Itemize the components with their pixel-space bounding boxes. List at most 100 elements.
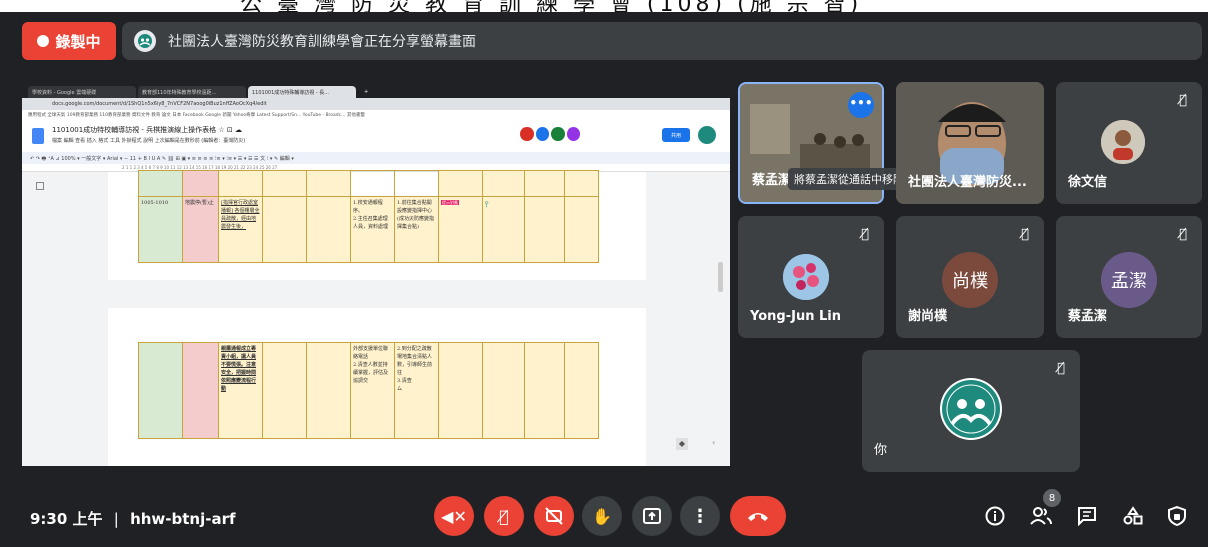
participant-name: Yong-Jun Lin xyxy=(750,309,841,324)
info-icon xyxy=(985,506,1005,526)
host-controls-button[interactable] xyxy=(1164,503,1190,529)
meeting-code: hhw-btnj-arf xyxy=(130,510,236,528)
collaborator-avatar[interactable] xyxy=(520,127,534,141)
collaborator-avatar[interactable] xyxy=(551,127,565,141)
table-cell[interactable]: 外部支援單位聯絡電話 2.清查人數並持續掌握，評估及協調交 xyxy=(350,342,395,439)
collaborator-avatar[interactable] xyxy=(535,127,549,141)
doc-menu[interactable]: 檔案 編輯 查看 插入 格式 工具 外掛程式 說明 上次編輯是在數秒前 (編輯者… xyxy=(52,137,245,144)
scrollbar[interactable] xyxy=(718,262,723,292)
table-cell[interactable]: 2.到分配之疏散場地集合清點人數，引導師生前往 3.清查ム xyxy=(394,342,439,439)
address-bar[interactable]: docs.google.com/document/d/1ShQ1n5x6iy8_… xyxy=(22,98,730,110)
recording-indicator[interactable]: 錄製中 xyxy=(22,22,116,60)
cursor-marker: ⫯ xyxy=(485,200,489,209)
recording-label: 錄製中 xyxy=(55,32,101,51)
avatar: 孟潔 xyxy=(1101,252,1157,308)
clock-time: 9:30 上午 xyxy=(30,510,103,528)
participant-tile[interactable]: 🎙̸ 尚樸 謝尚樸 xyxy=(896,216,1044,338)
table-cell[interactable]: [指揮官行政處室播報] 各個樓層全員疏散，經由地震發生後， xyxy=(218,196,263,263)
participant-name: 蔡孟潔 xyxy=(1068,309,1108,324)
raise-hand-button[interactable]: ✋ xyxy=(582,496,622,536)
mic-off-icon: 🎙̸ xyxy=(1057,361,1065,376)
table-cell[interactable]: ⫯ xyxy=(482,196,525,263)
record-dot-icon xyxy=(37,35,50,47)
participant-tile[interactable]: 🎙̸ Yong-Jun Lin xyxy=(738,216,884,338)
docs-icon[interactable] xyxy=(32,128,44,144)
caption-strip: 公 臺 灣 防 災 教 育 訓 練 學 會 (108) (施 宗 智) xyxy=(0,0,1208,12)
table-cell[interactable] xyxy=(306,196,351,263)
camera-toggle-button[interactable] xyxy=(534,496,574,536)
table-cell[interactable]: 提示對應 xyxy=(438,196,483,263)
table-cell[interactable] xyxy=(262,342,307,439)
more-options-button[interactable]: ⋮ xyxy=(680,496,720,536)
mute-all-button[interactable]: ◀✕ xyxy=(434,496,474,536)
explore-icon[interactable]: ◆ xyxy=(676,438,688,450)
table-cell[interactable] xyxy=(524,342,565,439)
share-banner-text: 社團法人臺灣防災教育訓練學會正在分享螢幕畫面 xyxy=(168,34,476,50)
chat-button[interactable] xyxy=(1074,503,1100,529)
hangup-icon xyxy=(748,513,768,521)
document-canvas[interactable]: 1005-1010 地震停(暫)止 [指揮官行政處室播報] 各個樓層全員疏散，經… xyxy=(22,170,730,466)
present-icon xyxy=(643,508,661,524)
mic-off-icon: 🎙̸ xyxy=(1179,93,1187,108)
cell-text: 2.到分配之疏散場地集合清點人數，引導師生前往 3.清查 xyxy=(397,346,433,384)
caption-text: 公 臺 灣 防 災 教 育 訓 練 學 會 (108) (施 宗 智) xyxy=(240,0,862,12)
participant-tile-self[interactable]: 🎙̸ 你 xyxy=(862,350,1080,472)
docs-share-button[interactable]: 共用 xyxy=(662,128,690,142)
table-cell[interactable]: 地震停(暫)止 xyxy=(182,196,219,263)
comment-label[interactable]: 提示對應 xyxy=(441,200,459,205)
side-panel-toggle-icon[interactable]: ‹ xyxy=(712,438,722,450)
collaborator-avatar[interactable] xyxy=(566,127,580,141)
collaborator-avatars[interactable] xyxy=(520,127,580,143)
avatar xyxy=(783,254,829,300)
activities-button[interactable] xyxy=(1120,503,1146,529)
participant-name: 徐文信 xyxy=(1068,175,1108,190)
mic-off-icon: 🎙̸ xyxy=(861,227,869,242)
presenter-logo-icon xyxy=(134,30,156,52)
participant-count-badge: 8 xyxy=(1043,489,1061,507)
new-tab-icon[interactable]: + xyxy=(360,86,370,98)
table-cell[interactable] xyxy=(564,196,599,263)
table-cell[interactable] xyxy=(182,342,219,439)
meeting-details-button[interactable] xyxy=(982,503,1008,529)
participant-tile[interactable]: 社團法人臺灣防災... xyxy=(896,82,1044,204)
camera-off-icon xyxy=(545,507,563,525)
browser-tab[interactable]: 學校資料 - Google 雲端硬碟 xyxy=(28,86,136,98)
browser-tab-active[interactable]: 1101001成功特殊輔導訪視 - 長... xyxy=(248,86,356,98)
drill-table: 親屬通報成立專責小組，讓人員不要慌張。注意安全，把握時間依照應變流程行動 外部支… xyxy=(138,342,599,439)
table-cell[interactable] xyxy=(564,342,599,439)
doc-title[interactable]: 1101001成功特校輔導訪視 - 兵棋推演線上操作表格 ☆ ⊡ ☁ xyxy=(52,125,242,135)
table-cell[interactable] xyxy=(438,342,483,439)
doc-header: 1101001成功特校輔導訪視 - 兵棋推演線上操作表格 ☆ ⊡ ☁ 檔案 編輯… xyxy=(22,120,730,152)
avatar-initials: 尚樸 xyxy=(952,271,988,292)
table-cell[interactable] xyxy=(524,196,565,263)
present-button[interactable] xyxy=(632,496,672,536)
browser-tab[interactable]: 教育部110年特殊教育學校遠距... xyxy=(138,86,246,98)
participant-name: 你 xyxy=(874,443,888,458)
docs-share-label: 共用 xyxy=(670,132,681,139)
table-cell[interactable] xyxy=(138,342,183,439)
table-cell[interactable] xyxy=(262,196,307,263)
mic-toggle-button[interactable]: 🎙̸ xyxy=(484,496,524,536)
avatar-initials: 孟潔 xyxy=(1111,271,1147,292)
speaker-off-icon: ◀✕ xyxy=(441,506,467,526)
table-cell[interactable] xyxy=(482,342,525,439)
share-banner: 社團法人臺灣防災教育訓練學會正在分享螢幕畫面 xyxy=(122,22,1202,60)
mic-off-icon: 🎙̸ xyxy=(1021,227,1029,242)
table-cell[interactable]: 1.前往集合點開設應變指揮中心(成功災防應變指揮集合點) xyxy=(394,196,439,263)
outline-icon[interactable] xyxy=(36,182,44,190)
shared-screen[interactable]: 學校資料 - Google 雲端硬碟 教育部110年特殊教育學校遠距... 11… xyxy=(22,84,730,466)
remove-participant-tooltip: 將蔡孟潔從通話中移除 xyxy=(788,168,910,190)
participant-tile[interactable]: 🎙̸ 孟潔 蔡孟潔 xyxy=(1056,216,1202,338)
table-cell[interactable] xyxy=(306,342,351,439)
docs-toolbar[interactable]: ↶ ↷ 🖶 ⁺A ⊿ 100% ▾ 一般文字 ▾ Arial ▾ − 11 + … xyxy=(22,152,730,164)
account-avatar[interactable] xyxy=(698,126,716,144)
avatar: 尚樸 xyxy=(942,252,998,308)
leave-call-button[interactable] xyxy=(730,496,786,536)
table-cell[interactable]: 親屬通報成立專責小組，讓人員不要慌張。注意安全，把握時間依照應變流程行動 xyxy=(218,342,263,439)
participant-tile[interactable]: 🎙̸ 徐文信 xyxy=(1056,82,1202,204)
avatar xyxy=(1101,120,1145,164)
table-cell[interactable]: 1.校安通報程序。 2.主任召集處理人員，資料處理 xyxy=(350,196,395,263)
bookmarks-bar[interactable]: 應用程式 全球天氣 109教育部業務 110教育部業務 資料文件 教育 論文 日… xyxy=(22,110,730,120)
more-options-icon[interactable]: ••• xyxy=(848,92,874,118)
table-cell-time[interactable]: 1005-1010 xyxy=(138,196,183,263)
